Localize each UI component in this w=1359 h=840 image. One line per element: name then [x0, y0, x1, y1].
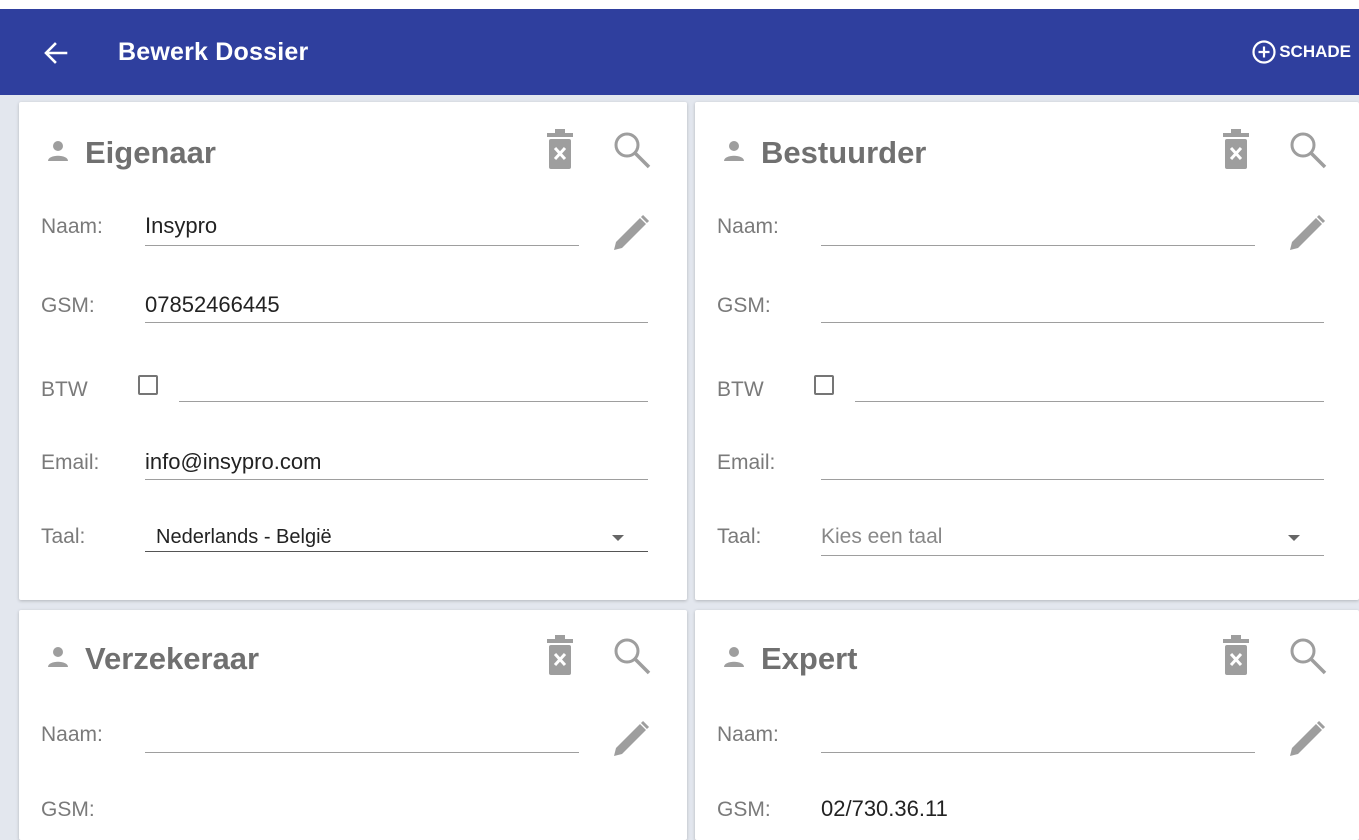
taal-underline [145, 551, 648, 552]
naam-input[interactable] [821, 752, 1255, 753]
naam-label: Naam: [41, 215, 103, 238]
person-icon [48, 647, 68, 667]
trash-icon[interactable] [1219, 634, 1253, 678]
email-input[interactable]: info@insypro.com [145, 449, 321, 475]
naam-input[interactable] [145, 752, 579, 753]
card-title: Expert [761, 641, 858, 676]
pencil-icon[interactable] [1286, 718, 1328, 760]
email-input[interactable] [821, 479, 1324, 480]
back-button[interactable] [36, 33, 76, 73]
pencil-icon[interactable] [1286, 212, 1328, 254]
card-title: Verzekeraar [85, 641, 260, 676]
btw-input[interactable] [179, 401, 648, 402]
gsm-label: GSM: [41, 798, 95, 821]
btw-checkbox[interactable] [814, 375, 834, 395]
gsm-label: GSM: [41, 294, 95, 317]
search-icon[interactable] [1287, 129, 1329, 171]
email-label: Email: [41, 451, 100, 474]
page-title: Bewerk Dossier [118, 38, 309, 66]
gsm-underline [145, 322, 648, 323]
btw-input[interactable] [855, 401, 1324, 402]
chevron-down-icon[interactable] [1288, 535, 1300, 541]
chevron-down-icon[interactable] [612, 535, 624, 541]
gsm-input[interactable]: 07852466445 [145, 292, 280, 318]
app-bar: Bewerk Dossier SCHADE [0, 9, 1359, 95]
email-label: Email: [717, 451, 776, 474]
card-verzekeraar: Verzekeraar Naam: GSM: [19, 610, 687, 840]
naam-input[interactable] [821, 245, 1255, 246]
taal-select[interactable]: Nederlands - België [156, 526, 332, 549]
naam-underline [145, 245, 579, 246]
naam-label: Naam: [41, 723, 103, 746]
trash-icon[interactable] [1219, 128, 1253, 172]
card-bestuurder: Bestuurder Naam: GSM: BTW Email: Taal: K… [695, 102, 1359, 600]
taal-underline [821, 555, 1324, 556]
btw-label: BTW [41, 378, 88, 401]
gsm-input[interactable] [821, 322, 1324, 323]
card-eigenaar: Eigenaar Naam: Insypro GSM: 07852466445 … [19, 102, 687, 600]
trash-icon[interactable] [543, 128, 577, 172]
add-schade-button[interactable]: SCHADE [1251, 35, 1351, 69]
person-icon [724, 647, 744, 667]
gsm-input[interactable]: 02/730.36.11 [821, 796, 948, 822]
person-icon [724, 141, 744, 161]
naam-input[interactable]: Insypro [145, 213, 217, 239]
taal-label: Taal: [717, 525, 762, 548]
btw-label: BTW [717, 378, 764, 401]
email-underline [145, 479, 648, 480]
taal-label: Taal: [41, 525, 86, 548]
person-icon [48, 141, 68, 161]
status-bar [0, 0, 1359, 9]
search-icon[interactable] [611, 635, 653, 677]
card-title: Bestuurder [761, 135, 927, 170]
gsm-label: GSM: [717, 798, 771, 821]
btw-checkbox[interactable] [138, 375, 158, 395]
arrow-back-icon [44, 42, 68, 64]
naam-label: Naam: [717, 215, 779, 238]
search-icon[interactable] [611, 129, 653, 171]
card-title: Eigenaar [85, 135, 216, 170]
naam-label: Naam: [717, 723, 779, 746]
gsm-label: GSM: [717, 294, 771, 317]
pencil-icon[interactable] [610, 212, 652, 254]
search-icon[interactable] [1287, 635, 1329, 677]
add-schade-label: SCHADE [1279, 42, 1351, 61]
card-expert: Expert Naam: GSM: 02/730.36.11 [695, 610, 1359, 840]
trash-icon[interactable] [543, 634, 577, 678]
add-circle-icon [1252, 40, 1276, 64]
pencil-icon[interactable] [610, 718, 652, 760]
taal-select[interactable]: Kies een taal [821, 525, 942, 549]
